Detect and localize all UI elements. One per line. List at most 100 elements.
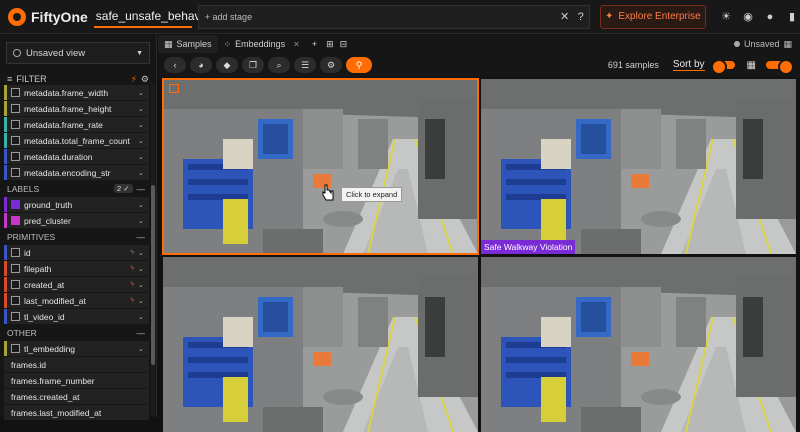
chevron-down-icon[interactable]: ⌄ (138, 137, 144, 145)
field-row-last-modified-at[interactable]: last_modified_at ϟ ⌄ (4, 293, 149, 308)
field-checkbox[interactable] (11, 120, 20, 129)
field-row-tl-video-id[interactable]: tl_video_id ⌄ (4, 309, 149, 324)
labels-section-header[interactable]: LABELS 2 ✓ — (4, 181, 149, 196)
field-checkbox[interactable] (11, 152, 20, 161)
field-checkbox[interactable] (11, 200, 20, 209)
frame-field-row[interactable]: frames.created_at (4, 389, 149, 404)
search-icon[interactable]: ⌕ (268, 57, 290, 73)
field-checkbox[interactable] (11, 88, 20, 97)
chevron-down-icon[interactable]: ⌄ (138, 345, 144, 353)
field-label: created_at (24, 279, 65, 290)
grid-layout-icon[interactable]: ▦ (747, 60, 756, 71)
field-row-filepath[interactable]: filepath ϟ ⌄ (4, 261, 149, 276)
chevron-down-icon[interactable]: ⌄ (138, 217, 144, 225)
field-row-metadata-frame-rate[interactable]: metadata.frame_rate ⌄ (4, 117, 149, 132)
sample-card[interactable]: Click to expand (162, 78, 479, 255)
view-bar[interactable]: + add stage ✕ ? (197, 4, 590, 29)
field-row-metadata-total-frame-count[interactable]: metadata.total_frame_count ⌄ (4, 133, 149, 148)
settings-icon[interactable]: ⚙ (320, 57, 342, 73)
field-checkbox[interactable] (11, 136, 20, 145)
field-row-metadata-encoding-str[interactable]: metadata.encoding_str ⌄ (4, 165, 149, 180)
field-label: tl_video_id (24, 311, 65, 322)
chevron-down-icon[interactable]: ⌄ (138, 281, 144, 289)
split-vertical-icon[interactable]: ⊟ (337, 35, 351, 53)
field-row-tl-embedding[interactable]: tl_embedding ⌄ (4, 341, 149, 356)
field-row-id[interactable]: id ϟ ⌄ (4, 245, 149, 260)
chevron-down-icon[interactable]: ⌄ (138, 313, 144, 321)
tab-embeddings[interactable]: ⁘ Embeddings ✕ (218, 35, 306, 53)
theme-toggle-icon[interactable]: ☀ (718, 9, 734, 25)
clear-view-icon[interactable]: ✕ (557, 9, 573, 25)
chevron-down-icon[interactable]: ⌄ (138, 89, 144, 97)
dataset-selector[interactable]: safe_unsafe_behaviours (93, 6, 227, 28)
field-row-pred-cluster[interactable]: pred_cluster ⌄ (4, 213, 149, 228)
field-checkbox[interactable] (11, 216, 20, 225)
video-icon[interactable] (169, 84, 179, 93)
split-horizontal-icon[interactable]: ⊞ (323, 35, 337, 53)
github-icon[interactable]: ● (762, 9, 778, 25)
expand-tooltip: Click to expand (341, 187, 403, 202)
field-checkbox[interactable] (11, 296, 20, 305)
sort-by-button[interactable]: Sort by (672, 59, 705, 71)
primitives-section-header[interactable]: PRIMITIVES — (4, 229, 149, 244)
field-checkbox[interactable] (11, 280, 20, 289)
operator-icon[interactable]: ⚲ (346, 57, 372, 73)
field-checkbox[interactable] (11, 264, 20, 273)
chevron-down-icon[interactable]: ⌄ (138, 249, 144, 257)
chevron-down-icon[interactable]: ⌄ (138, 105, 144, 113)
workspace-status[interactable]: Unsaved ▦ (733, 39, 792, 50)
other-section-header[interactable]: OTHER — (4, 325, 149, 340)
field-checkbox[interactable] (11, 248, 20, 257)
chevron-down-icon[interactable]: ⌄ (138, 121, 144, 129)
zoom-slider[interactable] (766, 59, 794, 75)
sort-direction-toggle[interactable] (710, 59, 735, 75)
sample-card[interactable] (163, 257, 478, 432)
field-row-metadata-frame-height[interactable]: metadata.frame_height ⌄ (4, 101, 149, 116)
field-row-metadata-frame-width[interactable]: metadata.frame_width ⌄ (4, 85, 149, 100)
view-label: Unsaved view (26, 47, 86, 59)
tag-icon[interactable]: ◆ (216, 57, 238, 73)
field-row-ground-truth[interactable]: ground_truth ⌄ (4, 197, 149, 212)
collapse-icon[interactable]: — (137, 184, 146, 194)
lightning-icon[interactable]: ⚡ (131, 74, 137, 85)
sample-card[interactable]: Safe Walkway Violation (481, 79, 796, 254)
lightning-icon: ϟ (130, 265, 135, 272)
field-row-metadata-duration[interactable]: metadata.duration ⌄ (4, 149, 149, 164)
sample-card[interactable] (481, 257, 796, 432)
other-section-title: OTHER (7, 327, 37, 338)
chevron-down-icon[interactable]: ⌄ (138, 169, 144, 177)
explore-enterprise-button[interactable]: ✦ Explore Enterprise (599, 4, 706, 29)
add-panel-icon[interactable]: + (306, 35, 323, 53)
lightning-icon: ϟ (130, 249, 135, 256)
discord-icon[interactable]: ◉ (740, 9, 756, 25)
chevron-down-icon[interactable]: ⌄ (138, 265, 144, 273)
list-icon[interactable]: ☰ (294, 57, 316, 73)
field-checkbox[interactable] (11, 344, 20, 353)
collapse-icon[interactable]: — (137, 328, 146, 338)
frame-field-row[interactable]: frames.frame_number (4, 373, 149, 388)
frame-field-row[interactable]: frames.id (4, 357, 149, 372)
field-checkbox[interactable] (11, 168, 20, 177)
chevron-down-icon[interactable]: ⌄ (138, 201, 144, 209)
docs-icon[interactable]: ▮ (784, 9, 800, 25)
close-icon[interactable]: ✕ (293, 40, 300, 49)
collapse-icon[interactable]: — (137, 232, 146, 242)
palette-icon[interactable]: ◕ (190, 57, 212, 73)
settings-icon[interactable]: ⚙ (141, 74, 149, 85)
field-checkbox[interactable] (11, 312, 20, 321)
chevron-down-icon[interactable]: ⌄ (138, 153, 144, 161)
chevron-down-icon[interactable]: ⌄ (138, 297, 144, 305)
saved-view-select[interactable]: Unsaved view ▼ (6, 42, 150, 64)
add-stage-button[interactable]: + add stage (205, 12, 252, 22)
field-color-bar (4, 261, 7, 276)
frame-field-row[interactable]: frames.last_modified_at (4, 405, 149, 420)
sidebar-scroll-thumb[interactable] (151, 185, 155, 365)
help-icon[interactable]: ? (573, 9, 589, 25)
sample-thumbnail (163, 257, 478, 432)
field-row-created-at[interactable]: created_at ϟ ⌄ (4, 277, 149, 292)
app-logo[interactable]: FiftyOne (8, 7, 88, 26)
back-icon[interactable]: ‹ (164, 57, 186, 73)
field-checkbox[interactable] (11, 104, 20, 113)
patches-icon[interactable]: ❐ (242, 57, 264, 73)
tab-samples[interactable]: ▦ Samples (158, 35, 218, 53)
